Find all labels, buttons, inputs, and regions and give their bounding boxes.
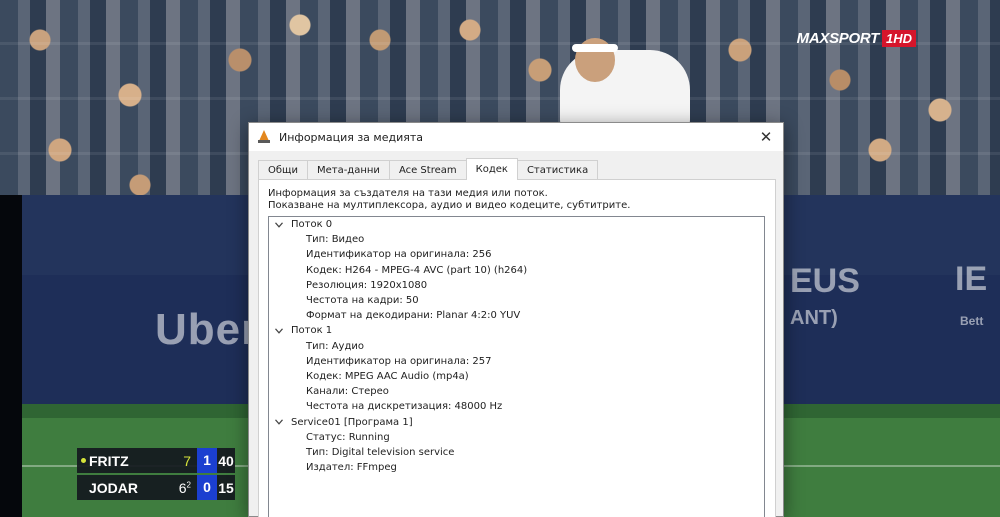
current-set-score: 1 <box>197 448 217 473</box>
tree-node[interactable]: Service01 [Програма 1] <box>269 414 764 429</box>
player-headband <box>572 44 618 52</box>
ad-uber: Uber <box>155 305 260 354</box>
dialog-title: Информация за медията <box>279 130 423 144</box>
tab-bar: Общи Мета-данни Ace Stream Кодек Статист… <box>258 158 599 180</box>
channel-hd-badge: 1HD <box>881 29 916 47</box>
codec-tree[interactable]: Поток 0 Тип: Видео Идентификатор на оригин… <box>268 216 765 517</box>
tree-item[interactable]: Честота на кадри: 50 <box>269 293 764 308</box>
tree-item[interactable]: Тип: Digital television service <box>269 445 764 460</box>
tree-item[interactable]: Издател: FFmpeg <box>269 460 764 475</box>
tree-item[interactable]: Честота на дискретизация: 48000 Hz <box>269 399 764 414</box>
tree-item[interactable]: Идентификатор на оригинала: 257 <box>269 354 764 369</box>
tiebreak-score: 2 <box>186 479 191 489</box>
dialog-titlebar[interactable]: Информация за медията ✕ <box>249 123 783 151</box>
codec-panel: Информация за създателя на тази медия ил… <box>258 179 776 517</box>
tree-item[interactable]: Канали: Стерео <box>269 384 764 399</box>
letterbox-edge <box>0 195 22 517</box>
codec-description: Информация за създателя на тази медия ил… <box>268 188 630 212</box>
set-score: 62 <box>178 479 191 496</box>
tree-item[interactable]: Тип: Видео <box>269 232 764 247</box>
tree-item[interactable]: Кодек: MPEG AAC Audio (mp4a) <box>269 369 764 384</box>
tree-item[interactable]: Резолюция: 1920x1080 <box>269 278 764 293</box>
media-info-dialog: Информация за медията ✕ Общи Мета-данни … <box>248 122 784 517</box>
tab-statistics[interactable]: Статистика <box>516 160 599 180</box>
tab-general[interactable]: Общи <box>258 160 308 180</box>
tree-node[interactable]: Поток 1 <box>269 323 764 338</box>
description-line-2: Показване на мултиплексора, аудио и виде… <box>268 200 631 211</box>
chevron-down-icon[interactable] <box>275 221 283 229</box>
ad-sponsor-far-right-sub: Bett <box>960 314 984 328</box>
traffic-cone-icon <box>258 130 270 144</box>
close-icon: ✕ <box>759 128 773 146</box>
tab-ace-stream[interactable]: Ace Stream <box>388 160 467 180</box>
player-name: JODAR <box>89 479 139 496</box>
tab-metadata[interactable]: Мета-данни <box>306 160 390 180</box>
tree-item[interactable]: Кодек: H264 - MPEG-4 AVC (part 10) (h264… <box>269 263 764 278</box>
tree-item[interactable]: Тип: Аудио <box>269 339 764 354</box>
scoreboard: FRITZ 7 1 40 JODAR 62 0 15 <box>77 448 235 501</box>
tree-item[interactable]: Идентификатор на оригинала: 256 <box>269 247 764 262</box>
serve-indicator-icon <box>80 458 86 463</box>
chevron-down-icon[interactable] <box>275 327 283 335</box>
ad-sponsor-right-sub: ANT) <box>790 307 838 329</box>
scoreboard-row-player1: FRITZ 7 1 40 <box>77 448 235 473</box>
game-points: 40 <box>218 452 234 469</box>
tree-node-label: Поток 1 <box>291 325 333 337</box>
tree-item[interactable]: Статус: Running <box>269 430 764 445</box>
player-name: FRITZ <box>89 452 129 469</box>
current-set-score: 0 <box>197 475 217 500</box>
tree-node-label: Поток 0 <box>291 219 333 231</box>
game-points: 15 <box>218 479 234 496</box>
tree-node-label: Service01 [Програма 1] <box>291 416 413 428</box>
close-button[interactable]: ✕ <box>749 123 783 151</box>
ad-sponsor-far-right: IE <box>955 260 988 298</box>
tree-item[interactable]: Формат на декодирани: Planar 4:2:0 YUV <box>269 308 764 323</box>
tab-codec[interactable]: Кодек <box>465 158 518 180</box>
scoreboard-row-player2: JODAR 62 0 15 <box>77 475 235 500</box>
description-line-1: Информация за създателя на тази медия ил… <box>268 188 548 199</box>
set-score: 7 <box>183 452 191 469</box>
ad-sponsor-right: EUS <box>790 262 860 300</box>
tree-node[interactable]: Поток 0 <box>269 217 764 232</box>
channel-logo: MAXSPORT 1HD <box>797 29 916 47</box>
chevron-down-icon[interactable] <box>275 418 283 426</box>
channel-name: MAXSPORT <box>796 29 880 47</box>
